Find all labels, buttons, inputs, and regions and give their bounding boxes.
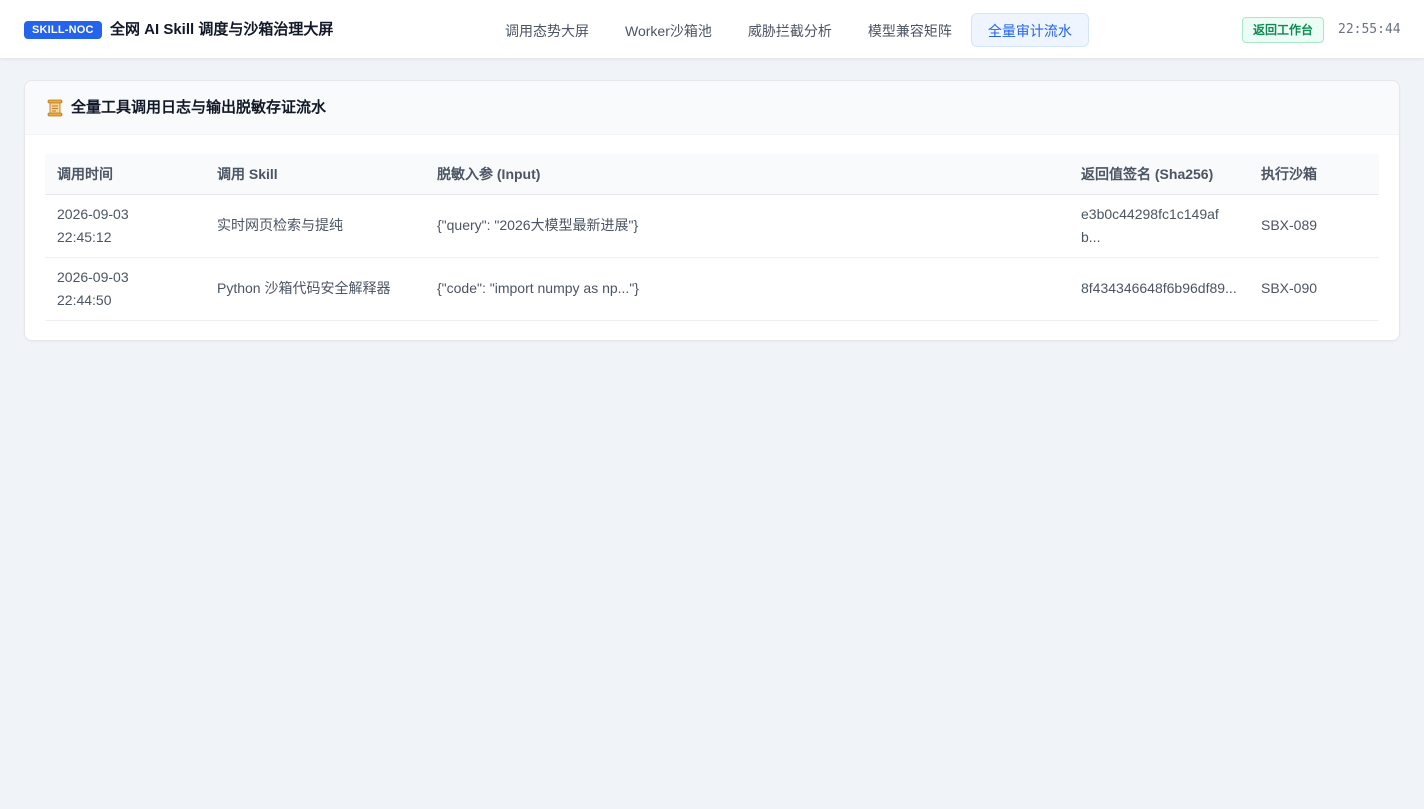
cell-hash: e3b0c44298fc1c149afb... [1069,194,1249,258]
call-date: 2026-09-03 [57,268,129,285]
tab-threat-interception[interactable]: 威胁拦截分析 [731,13,849,47]
clock: 22:55:44 [1338,22,1401,37]
table-header-row: 调用时间 调用 Skill 脱敏入参 (Input) 返回值签名 (Sha256… [45,154,1379,195]
brand-badge: SKILL-NOC [24,21,102,39]
call-date: 2026-09-03 [57,205,129,222]
tab-full-audit-log[interactable]: 全量审计流水 [970,13,1089,47]
card-header: 全量工具调用日志与输出脱敏存证流水 [25,81,1399,135]
cell-input: {"code": "import numpy as np..."} [425,257,1069,321]
audit-log-card: 全量工具调用日志与输出脱敏存证流水 调用时间 调用 Skill 脱敏入参 (In… [24,80,1400,341]
cell-sandbox: SBX-089 [1249,194,1379,258]
cell-hash: 8f434346648f6b96df89... [1069,257,1249,321]
call-clock: 22:44:50 [57,291,112,308]
audit-log-table: 调用时间 调用 Skill 脱敏入参 (Input) 返回值签名 (Sha256… [45,154,1379,321]
main-nav: 调用态势大屏 Worker沙箱池 威胁拦截分析 模型兼容矩阵 全量审计流水 [488,13,1089,47]
cell-input: {"query": "2026大模型最新进展"} [425,194,1069,258]
cell-call-time: 2026-09-03 22:45:12 [45,194,205,258]
column-header-hash: 返回值签名 (Sha256) [1069,154,1249,195]
column-header-sandbox: 执行沙箱 [1249,154,1379,195]
table-row: 2026-09-03 22:45:12 实时网页检索与提纯 {"query": … [45,194,1379,258]
cell-skill: Python 沙箱代码安全解释器 [205,257,425,321]
tab-worker-sandbox-pool[interactable]: Worker沙箱池 [608,13,729,47]
scroll-icon [47,99,63,117]
column-header-input: 脱敏入参 (Input) [425,154,1069,195]
cell-call-time: 2026-09-03 22:44:50 [45,257,205,321]
cell-sandbox: SBX-090 [1249,257,1379,321]
return-workbench-button[interactable]: 返回工作台 [1242,17,1325,43]
call-clock: 22:45:12 [57,228,112,245]
column-header-skill: 调用 Skill [205,154,425,195]
column-header-time: 调用时间 [45,154,205,195]
top-bar: SKILL-NOC 全网 AI Skill 调度与沙箱治理大屏 调用态势大屏 W… [0,0,1424,59]
card-title: 全量工具调用日志与输出脱敏存证流水 [71,99,327,116]
app-title: 全网 AI Skill 调度与沙箱治理大屏 [110,21,334,38]
tab-call-overview[interactable]: 调用态势大屏 [488,13,606,47]
cell-skill: 实时网页检索与提纯 [205,194,425,258]
table-row: 2026-09-03 22:44:50 Python 沙箱代码安全解释器 {"c… [45,257,1379,321]
tab-model-compat-matrix[interactable]: 模型兼容矩阵 [851,13,969,47]
